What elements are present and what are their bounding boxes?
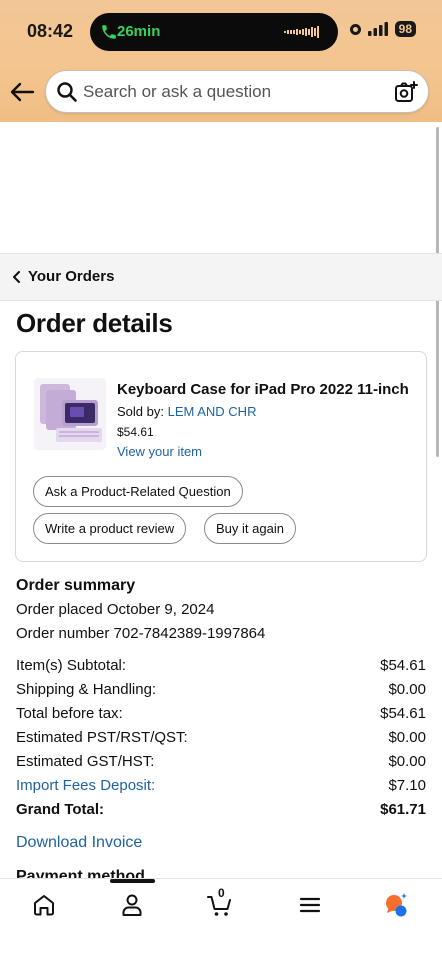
- buy-again-button[interactable]: Buy it again: [204, 513, 296, 544]
- signal-icon: [367, 22, 388, 36]
- summary-label: Total before tax:: [16, 705, 123, 722]
- summary-row-before-tax: Total before tax: $54.61: [16, 705, 426, 722]
- summary-value: $0.00: [388, 753, 426, 770]
- summary-value: $7.10: [388, 777, 426, 794]
- sold-by-label: Sold by:: [117, 404, 164, 419]
- summary-row-grand-total: Grand Total: $61.71: [16, 801, 426, 818]
- summary-value: $54.61: [380, 657, 426, 674]
- write-review-button[interactable]: Write a product review: [33, 513, 187, 544]
- summary-row-pst: Estimated PST/RST/QST: $0.00: [16, 729, 426, 746]
- product-price: $54.61: [117, 425, 154, 439]
- order-summary-title: Order summary: [16, 577, 136, 594]
- recording-indicator-icon: [349, 23, 361, 35]
- home-indicator: [110, 879, 155, 883]
- summary-label: Item(s) Subtotal:: [16, 657, 127, 674]
- search-icon: [57, 82, 77, 102]
- product-title[interactable]: Keyboard Case for iPad Pro 2022 11-inch: [117, 381, 417, 398]
- product-image[interactable]: [34, 378, 106, 450]
- home-icon[interactable]: [31, 892, 57, 918]
- summary-value: $61.71: [380, 801, 426, 818]
- payment-method-heading: Payment method: [16, 868, 145, 878]
- summary-row-subtotal: Item(s) Subtotal: $54.61: [16, 657, 426, 674]
- status-time: 08:42: [27, 21, 74, 41]
- sold-by: Sold by: LEM AND CHR: [117, 404, 256, 419]
- view-item-link[interactable]: View your item: [117, 444, 202, 459]
- import-fees-link[interactable]: Import Fees Deposit:: [16, 777, 155, 794]
- product-card: Keyboard Case for iPad Pro 2022 11-inch …: [15, 351, 427, 562]
- menu-icon[interactable]: [297, 892, 323, 918]
- assistant-icon[interactable]: [383, 892, 409, 918]
- phone-icon: [102, 25, 116, 39]
- account-icon[interactable]: [119, 892, 145, 918]
- summary-value: $0.00: [388, 729, 426, 746]
- summary-label: Estimated PST/RST/QST:: [16, 729, 188, 746]
- summary-value: $0.00: [388, 681, 426, 698]
- back-arrow-icon[interactable]: [8, 78, 36, 106]
- summary-row-gst: Estimated GST/HST: $0.00: [16, 753, 426, 770]
- battery-level: 98: [394, 21, 416, 37]
- order-number: Order number 702-7842389-1997864: [16, 625, 266, 642]
- breadcrumb-your-orders[interactable]: Your Orders: [28, 268, 114, 285]
- chevron-left-icon: [13, 271, 20, 283]
- summary-label: Grand Total:: [16, 801, 105, 818]
- summary-row-import-fees[interactable]: Import Fees Deposit: $7.10: [16, 777, 426, 794]
- ask-question-button[interactable]: Ask a Product-Related Question: [33, 476, 243, 507]
- audio-wave-icon: [284, 26, 319, 38]
- breadcrumb[interactable]: Your Orders: [0, 253, 442, 301]
- search-bar[interactable]: [45, 70, 429, 113]
- cart-count: 0: [218, 886, 225, 900]
- call-duration: 26min: [117, 23, 161, 40]
- summary-label: Shipping & Handling:: [16, 681, 157, 698]
- summary-label: Estimated GST/HST:: [16, 753, 155, 770]
- summary-value: $54.61: [380, 705, 426, 722]
- status-indicators: 98: [349, 21, 416, 37]
- search-input[interactable]: [83, 71, 383, 112]
- download-invoice-link[interactable]: Download Invoice: [16, 834, 142, 852]
- seller-link[interactable]: LEM AND CHR: [168, 404, 257, 419]
- camera-search-icon[interactable]: [394, 80, 418, 104]
- top-bar: 08:42 26min 98: [0, 0, 442, 122]
- order-placed: Order placed October 9, 2024: [16, 601, 215, 618]
- call-indicator[interactable]: 26min: [90, 13, 338, 51]
- bottom-nav: 0: [0, 878, 442, 960]
- keyboard-case-image: [40, 384, 102, 442]
- summary-row-shipping: Shipping & Handling: $0.00: [16, 681, 426, 698]
- page-title: Order details: [16, 308, 173, 338]
